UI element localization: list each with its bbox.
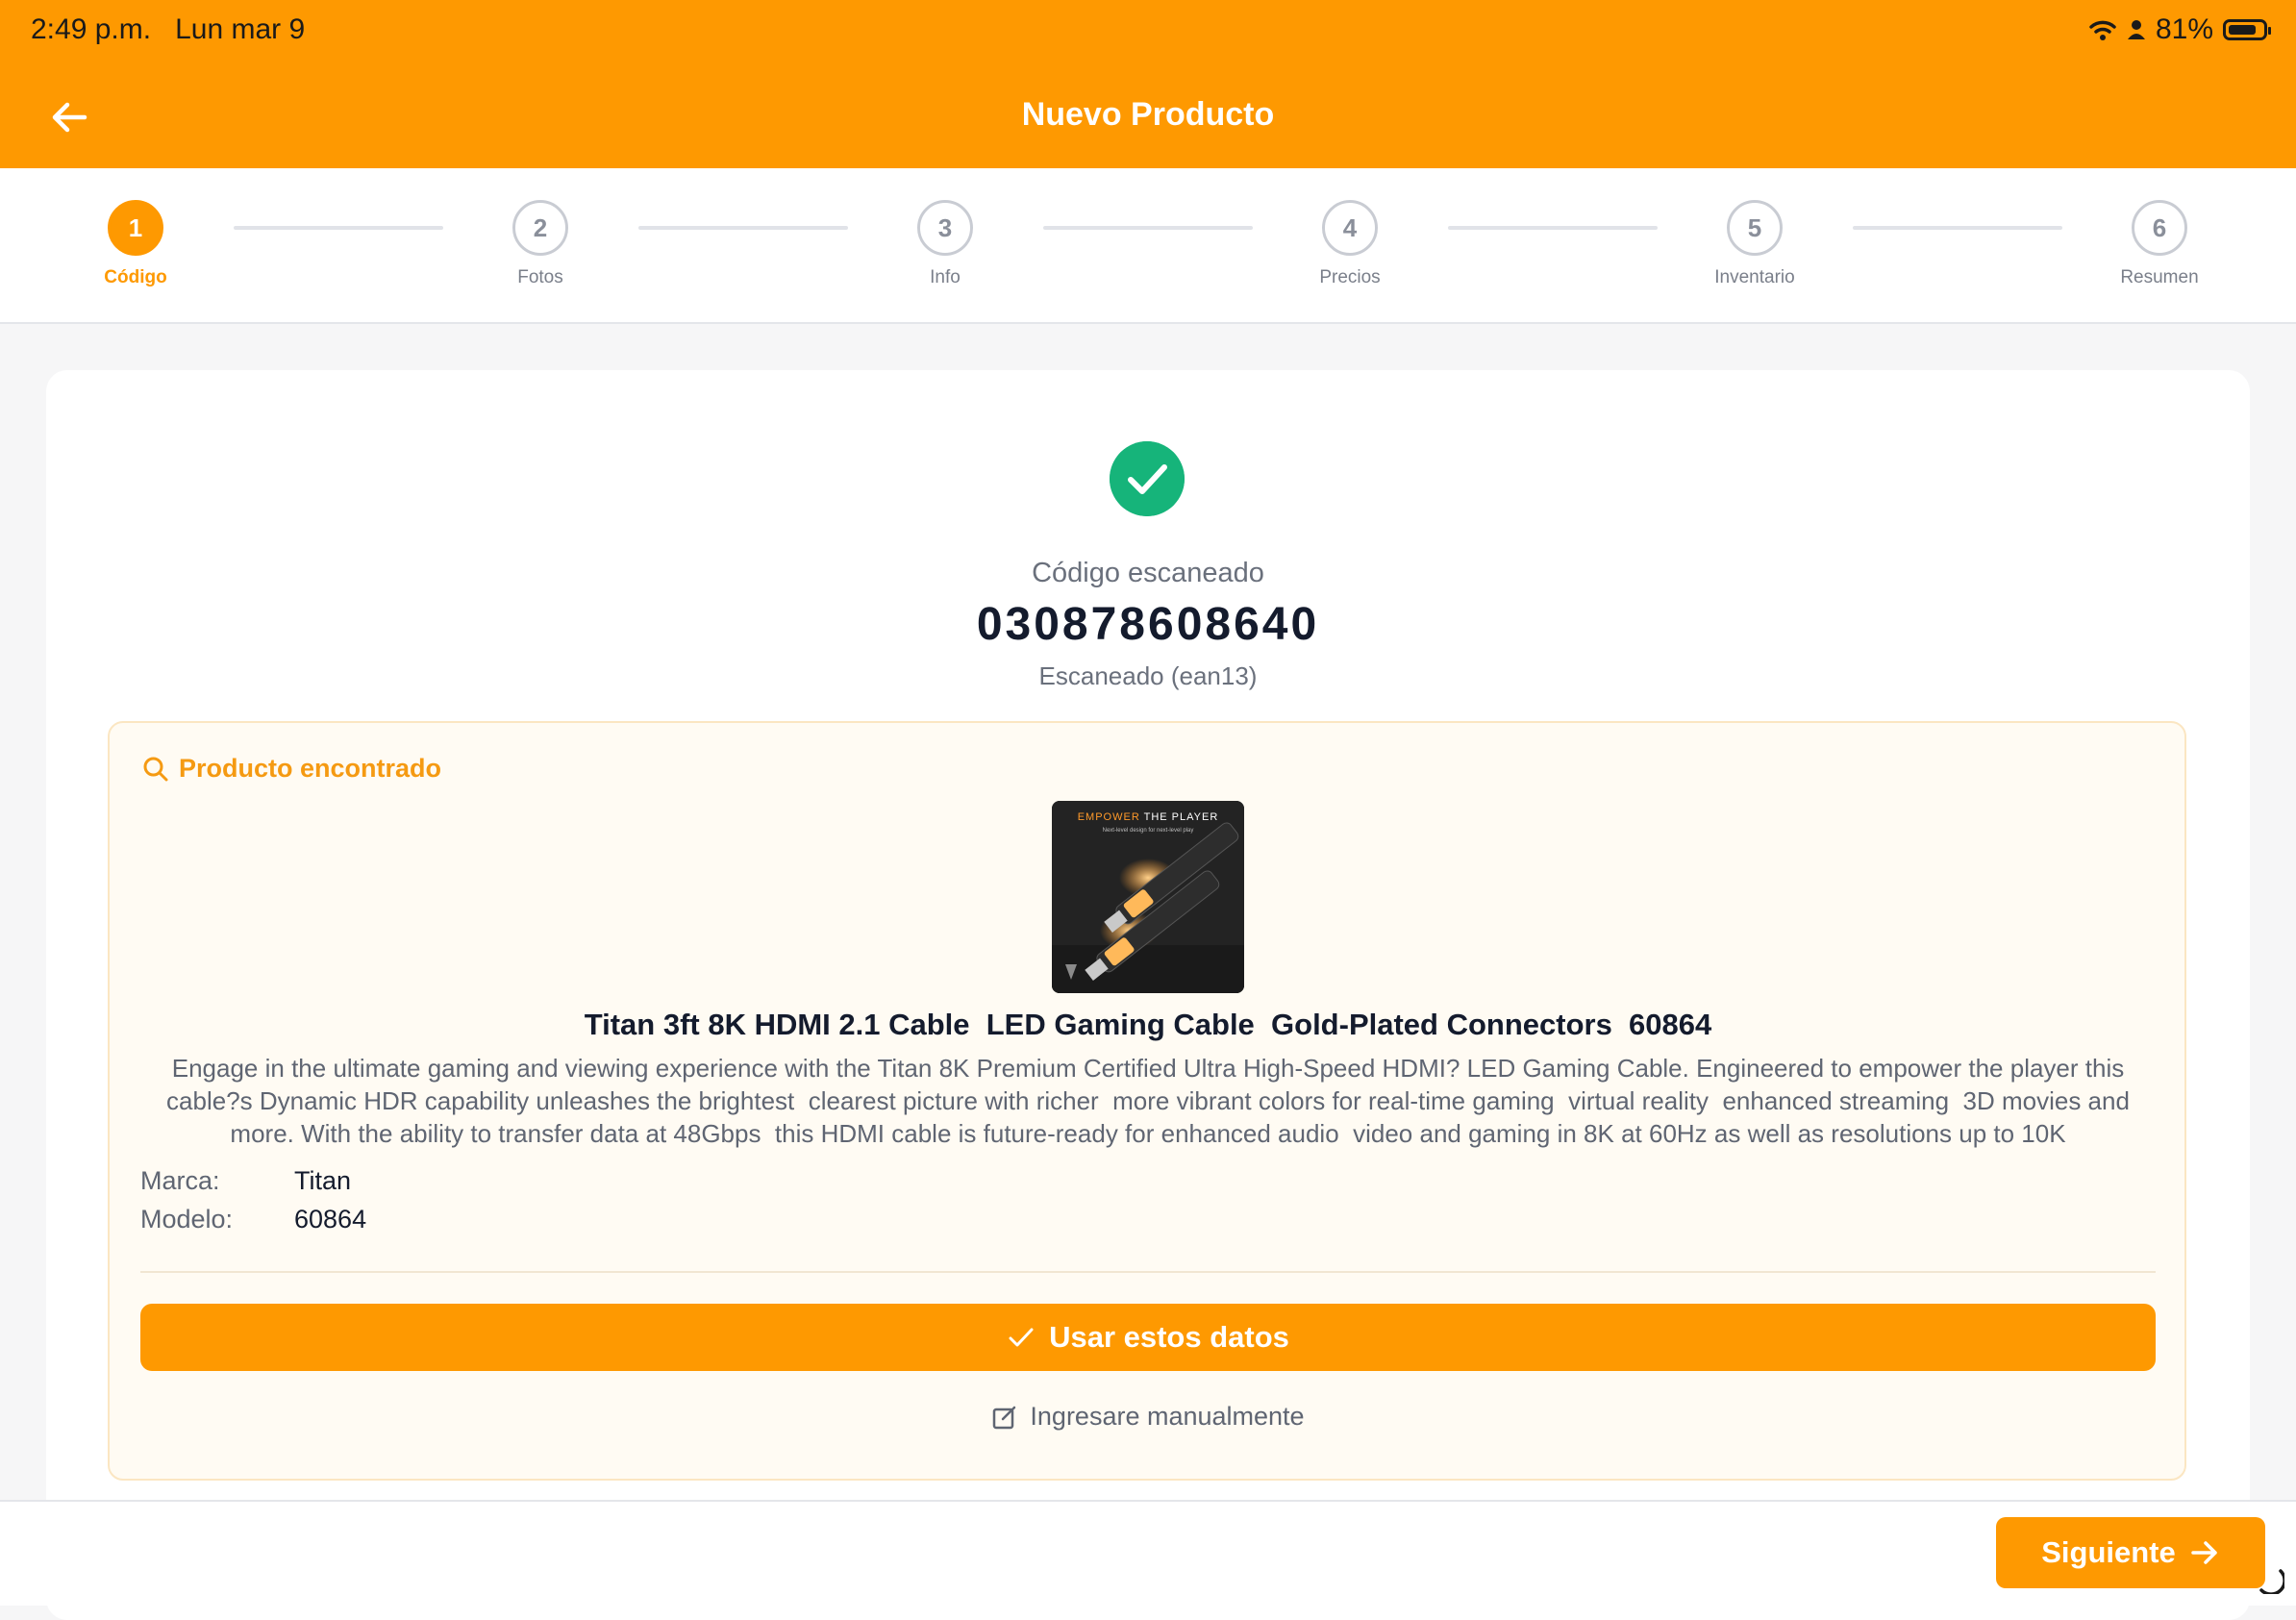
step-label: Fotos [517,267,563,287]
manual-entry-label: Ingresare manualmente [1030,1402,1305,1431]
step-fotos[interactable]: 2 Fotos [463,200,617,288]
step-connector [1448,226,1658,230]
step-label: Inventario [1714,267,1795,287]
arrow-right-icon [2191,1541,2217,1564]
model-label: Modelo: [140,1205,234,1234]
step-connector [1043,226,1253,230]
step-number: 5 [1727,200,1783,256]
battery-icon [2223,19,2271,40]
step-connector [234,226,443,230]
product-found-label: Producto encontrado [179,754,442,783]
step-label: Código [104,267,167,287]
next-label: Siguiente [2041,1535,2176,1569]
check-icon [1009,1328,1034,1347]
step-number: 3 [917,200,973,256]
step-info[interactable]: 3 Info [868,200,1022,288]
divider [140,1271,2156,1273]
product-description: Engage in the ultimate gaming and viewin… [166,1054,2137,1148]
footer-bar [0,1500,2296,1606]
step-codigo[interactable]: 1 Código [59,200,212,288]
search-icon [143,757,168,781]
step-number: 4 [1322,200,1378,256]
wifi-icon [2089,20,2116,40]
scan-type: Escaneado (ean13) [1038,661,1258,690]
brand-value: Titan [294,1166,352,1195]
product-image: EMPOWER THE PLAYER Next-level design for… [1052,801,1244,993]
manual-entry-button[interactable]: Ingresare manualmente [0,1402,2296,1432]
checkmark-circle-icon [1110,441,1185,516]
use-data-button[interactable]: Usar estos datos [140,1304,2156,1371]
status-icons: 81% [2088,13,2271,46]
step-label: Precios [1319,267,1381,287]
model-value: 60864 [294,1205,367,1234]
status-time: 2:49 p.m. Lun mar 9 [31,13,306,45]
step-connector [638,226,848,230]
model-row: Modelo: 60864 [140,1205,366,1234]
app-header: 2:49 p.m. Lun mar 9 81% Nuevo Producto [0,0,2296,168]
stepper [0,168,2296,324]
step-label: Resumen [2120,267,2199,287]
step-connector [1853,226,2062,230]
scanned-code: 030878608640 [976,599,1320,650]
edit-icon [993,1406,1016,1429]
battery-percent: 81% [2155,13,2213,45]
step-number: 1 [108,200,163,256]
svg-text:EMPOWER THE PLAYER: EMPOWER THE PLAYER [1078,811,1219,823]
step-number: 2 [512,200,568,256]
scanned-label: Código escaneado [1032,558,1264,588]
step-inventario[interactable]: 5 Inventario [1678,200,1832,288]
brand-label: Marca: [140,1166,220,1195]
svg-text:Next-level design for next-lev: Next-level design for next-level play [1103,828,1194,834]
product-found-title: Producto encontrado [142,754,441,784]
person-icon [2127,20,2145,39]
step-number: 6 [2132,200,2187,256]
brand-row: Marca: Titan [140,1166,351,1196]
step-precios[interactable]: 4 Precios [1273,200,1427,288]
product-name: Titan 3ft 8K HDMI 2.1 Cable LED Gaming C… [584,1008,1712,1041]
loading-spinner-icon [2259,1569,2284,1594]
step-resumen[interactable]: 6 Resumen [2083,200,2236,288]
page-title: Nuevo Producto [1021,96,1275,133]
use-data-label: Usar estos datos [1049,1320,1289,1354]
next-button[interactable]: Siguiente [1996,1517,2265,1588]
step-label: Info [930,267,961,287]
